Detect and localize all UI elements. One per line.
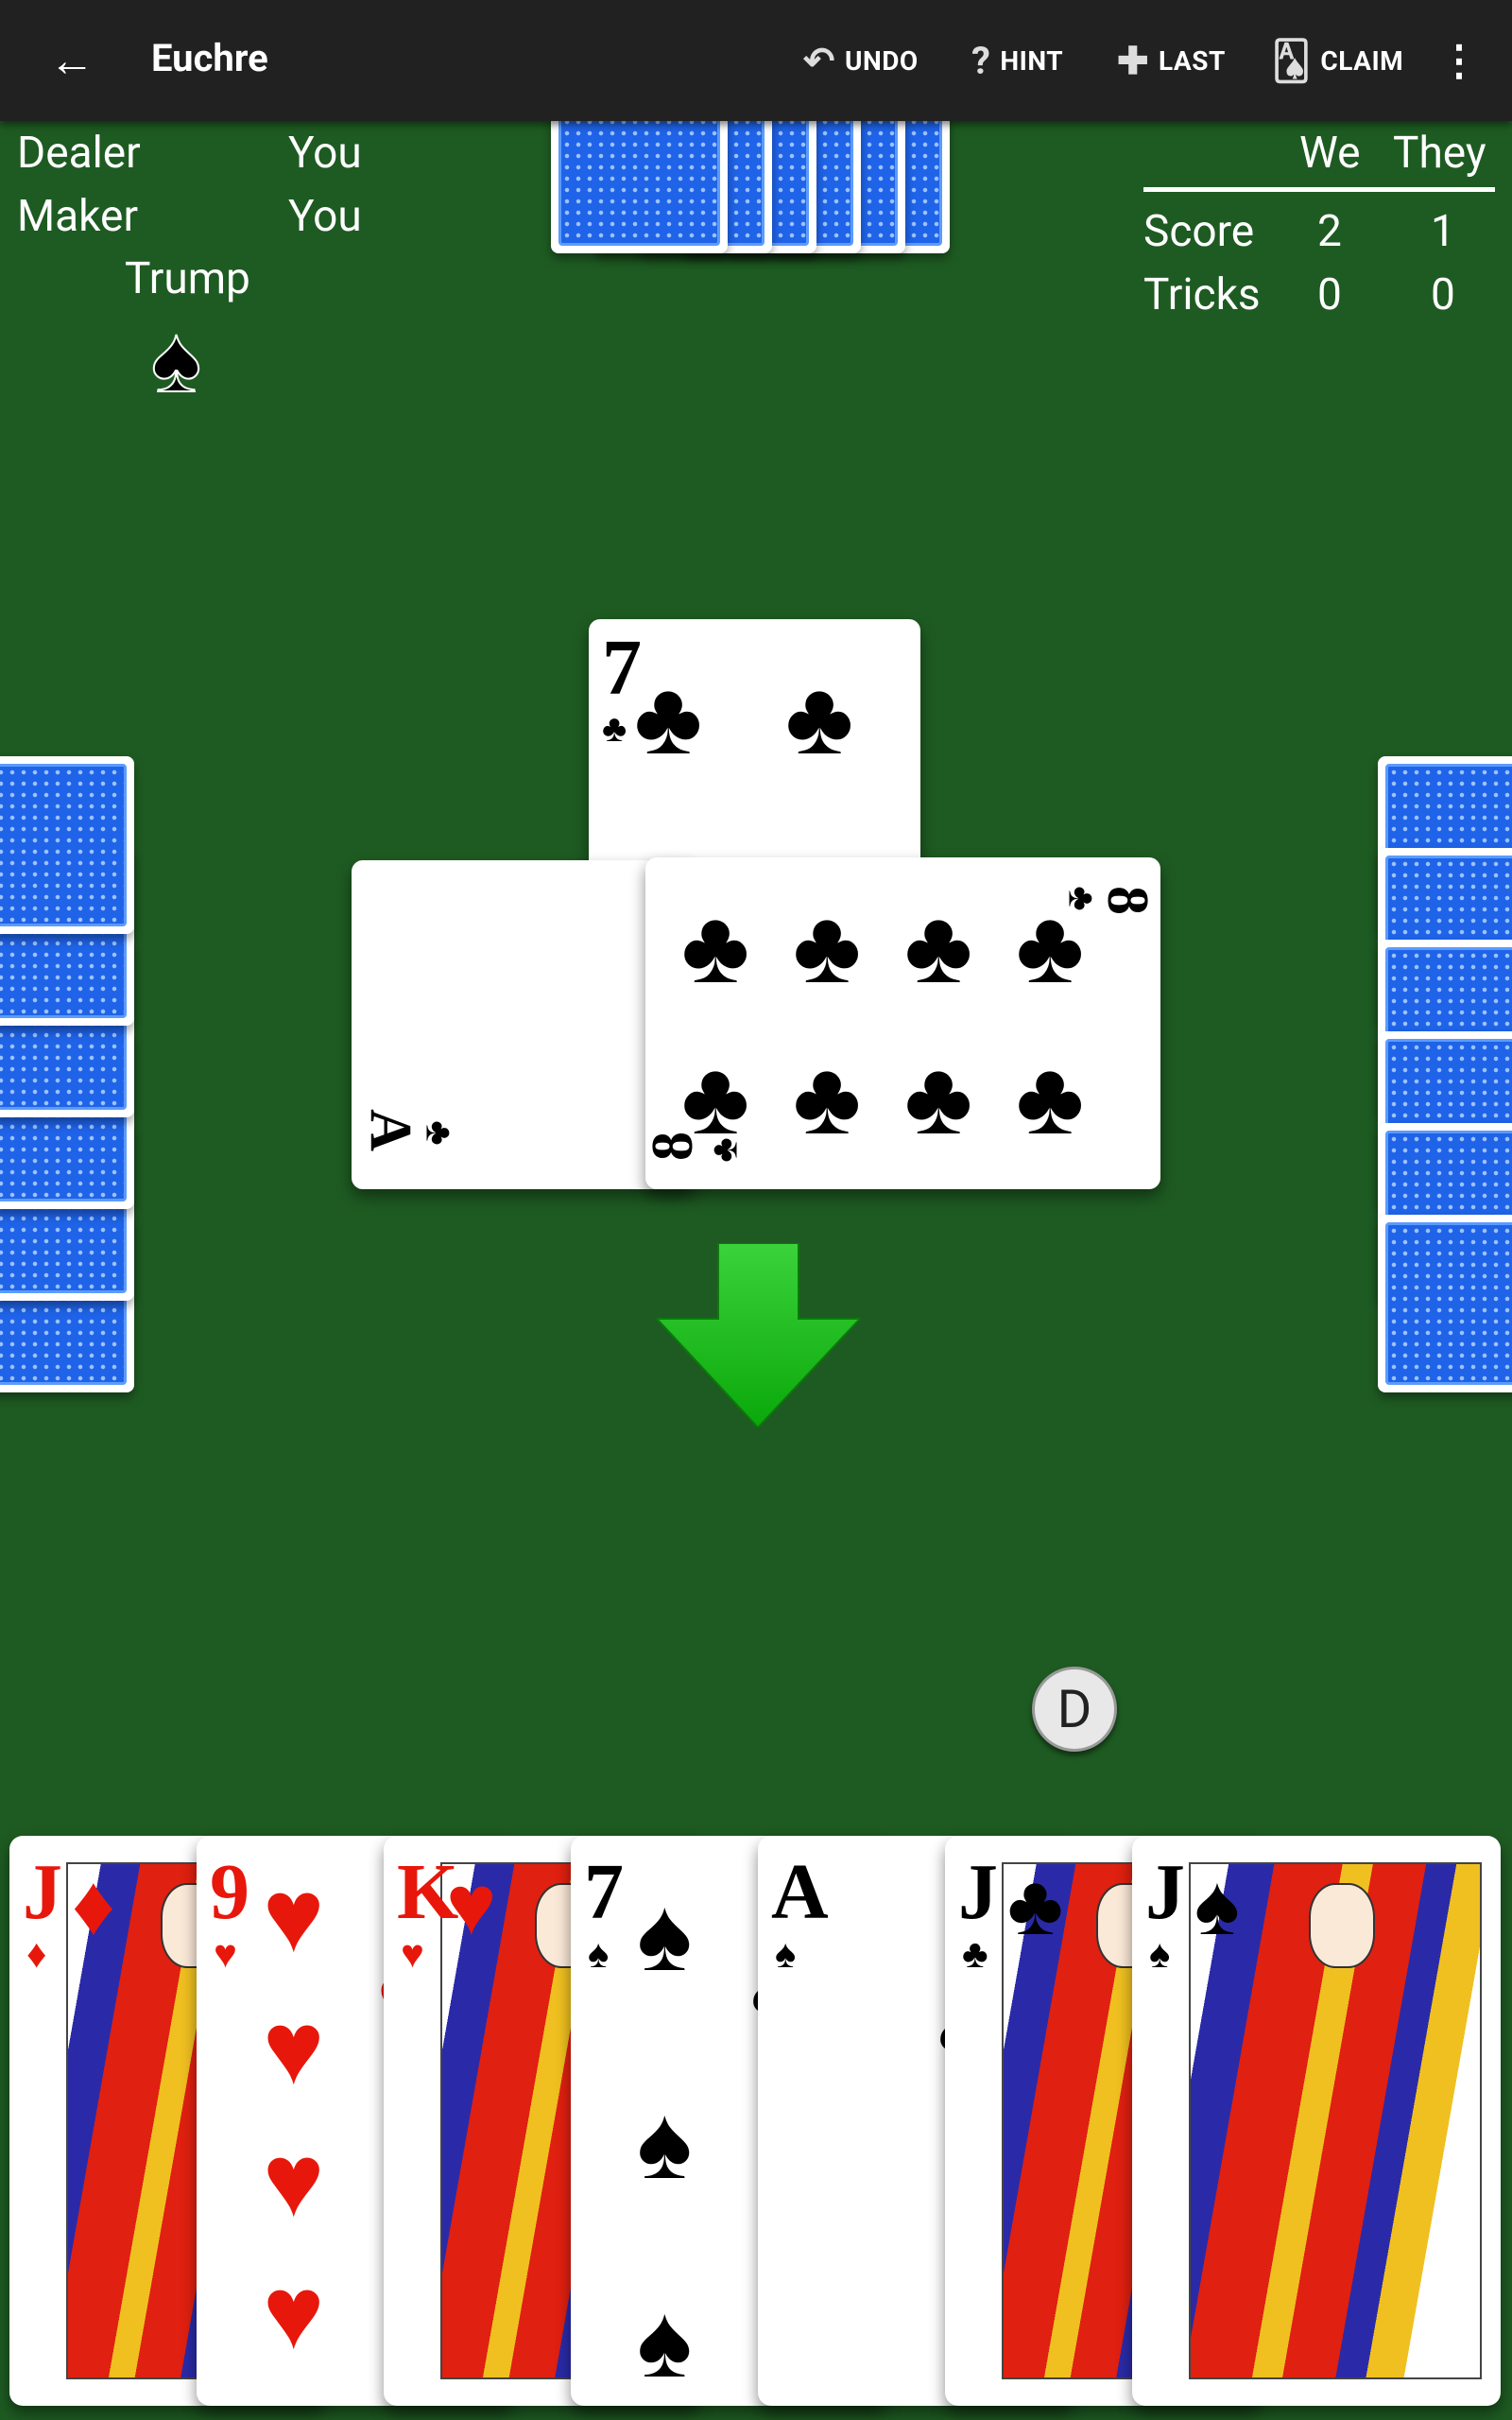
club-icon: ♣ xyxy=(1016,890,1085,1005)
card-back xyxy=(1378,1215,1512,1392)
trick-card-right: 8 ♣ 8 ♣ ♣ ♣ ♣ ♣ ♣ ♣ ♣ ♣ xyxy=(645,857,1160,1189)
card-suit-icon: ♦ xyxy=(72,1859,115,1953)
trick-card-left: A ♣ xyxy=(352,860,695,1189)
card-suit-icon: ♠ xyxy=(637,2284,693,2399)
card-rank: 9 xyxy=(210,1848,249,1936)
card-rank: A xyxy=(771,1848,829,1936)
more-menu-button[interactable]: ⋮ xyxy=(1438,34,1480,87)
club-icon: ♣ xyxy=(681,890,750,1005)
undo-icon: ↶ xyxy=(803,38,836,83)
club-icon: ♣ xyxy=(793,1041,862,1156)
card-rank: A xyxy=(357,1109,422,1151)
card-suit-icon: ♠ xyxy=(1194,1859,1240,1953)
card-suit-icon: ♠ xyxy=(1149,1933,1171,1977)
hint-label: HINT xyxy=(1000,44,1064,77)
card-suit-icon: ♠ xyxy=(637,2085,693,2201)
question-icon: ? xyxy=(971,38,991,83)
card-suit-icon: ♣ xyxy=(1007,1859,1064,1953)
club-icon: ♣ xyxy=(634,661,703,776)
dealer-value: You xyxy=(288,128,362,179)
last-trick-button[interactable]: ✚ LAST xyxy=(1117,38,1226,83)
card-suit-icon: ♥ xyxy=(214,1933,237,1977)
card-fan-icon: 🂡 xyxy=(1272,38,1312,83)
we-header: We xyxy=(1299,128,1361,179)
dealer-button: D xyxy=(1032,1667,1117,1752)
claim-button[interactable]: 🂡 CLAIM xyxy=(1272,38,1403,83)
card-suit-icon: ♥ xyxy=(263,2123,325,2238)
tricks-they: 0 xyxy=(1431,269,1455,320)
club-icon: ♣ xyxy=(785,661,854,776)
score-label: Score xyxy=(1143,206,1255,257)
hand-card[interactable]: J ♠ ♠ xyxy=(1132,1836,1501,2406)
trump-spade-icon: ♠ xyxy=(150,303,202,416)
card-suit-icon: ♥ xyxy=(263,1991,325,2106)
club-icon: ♣ xyxy=(904,1041,973,1156)
card-suit-icon: ♠ xyxy=(637,1877,693,1993)
club-icon: ♣ xyxy=(602,707,627,750)
score-we: 2 xyxy=(1317,206,1342,257)
card-suit-icon: ♥ xyxy=(401,1933,424,1977)
card-suit-icon: ♠ xyxy=(588,1933,610,1977)
club-icon: ♣ xyxy=(418,1120,461,1146)
face-head xyxy=(1309,1883,1375,1968)
card-back-pattern xyxy=(1385,1222,1512,1385)
claim-label: CLAIM xyxy=(1320,44,1404,77)
card-suit-icon: ♦ xyxy=(26,1933,47,1977)
undo-label: UNDO xyxy=(845,44,919,77)
card-rank: 7 xyxy=(584,1848,624,1936)
app-title: Euchre xyxy=(151,36,268,80)
card-rank: J xyxy=(958,1848,998,1936)
card-suit-icon: ♣ xyxy=(962,1933,988,1977)
toolbar: ← Euchre ↶ UNDO ? HINT ✚ LAST 🂡 CLAIM ⋮ xyxy=(0,0,1512,121)
maker-label: Maker xyxy=(17,191,139,242)
card-suit-icon: ♥ xyxy=(263,1858,325,1974)
last-label: LAST xyxy=(1159,44,1226,77)
club-icon: ♣ xyxy=(681,1041,750,1156)
tricks-we: 0 xyxy=(1317,269,1342,320)
card-back xyxy=(0,756,134,934)
back-button[interactable]: ← xyxy=(45,34,98,87)
undo-button[interactable]: ↶ UNDO xyxy=(803,38,919,83)
score-they: 1 xyxy=(1431,206,1455,257)
dealer-label: Dealer xyxy=(17,128,141,179)
hint-button[interactable]: ? HINT xyxy=(971,38,1063,83)
card-back-pattern xyxy=(0,764,127,926)
club-icon: ♣ xyxy=(1016,1041,1085,1156)
club-icon: ♣ xyxy=(793,890,862,1005)
score-divider xyxy=(1143,187,1495,192)
maker-value: You xyxy=(288,191,362,242)
club-icon: ♣ xyxy=(904,890,973,1005)
they-header: They xyxy=(1393,128,1486,179)
card-rank: J xyxy=(23,1848,62,1936)
play-turn-arrow-icon xyxy=(657,1243,860,1427)
cards-cross-icon: ✚ xyxy=(1117,38,1150,83)
trump-label: Trump xyxy=(125,253,250,304)
card-suit-icon: ♥ xyxy=(446,1859,497,1953)
card-rank: J xyxy=(1145,1848,1185,1936)
card-back-pattern xyxy=(558,102,720,246)
card-suit-icon: ♥ xyxy=(263,2256,325,2371)
tricks-label: Tricks xyxy=(1143,269,1261,320)
card-suit-icon: ♠ xyxy=(775,1933,797,1977)
